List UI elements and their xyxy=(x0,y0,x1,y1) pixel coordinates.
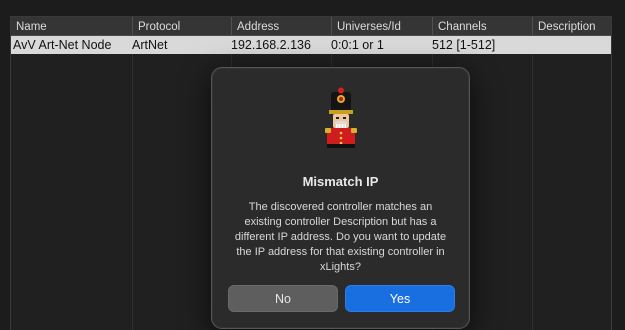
no-button[interactable]: No xyxy=(228,285,338,312)
xlights-nutcracker-icon xyxy=(325,87,357,148)
dialog-message: The discovered controller matches an exi… xyxy=(234,201,447,273)
yes-button[interactable]: Yes xyxy=(345,285,455,312)
dialog-title: Mismatch IP xyxy=(302,174,379,189)
mismatch-ip-dialog: Mismatch IP The discovered controller ma… xyxy=(211,67,470,329)
